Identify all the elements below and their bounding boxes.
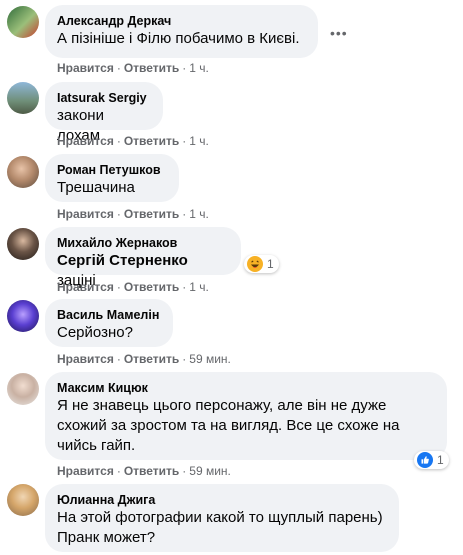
avatar[interactable]: [7, 373, 39, 405]
comment-text-line: Я не знавець цього персонажу, але він не…: [57, 397, 387, 414]
timestamp[interactable]: 1 ч.: [189, 61, 209, 75]
comment-actions: Нравится · Ответить · 59 мин.: [57, 352, 231, 366]
comment-actions: Нравится · Ответить · 59 мин.: [57, 464, 231, 478]
comment-author[interactable]: Iatsurak Sergiy: [57, 90, 151, 106]
haha-icon: [247, 256, 263, 272]
ellipsis-icon[interactable]: •••: [330, 26, 348, 40]
comment-author[interactable]: Василь Мамелін: [57, 307, 161, 323]
timestamp[interactable]: 1 ч.: [189, 207, 209, 221]
comment-text: Серйозно?: [57, 324, 133, 341]
comment-author[interactable]: Александр Деркач: [57, 13, 306, 29]
reply-link[interactable]: Ответить: [124, 207, 179, 221]
timestamp[interactable]: 1 ч.: [189, 280, 209, 294]
like-link[interactable]: Нравится: [57, 352, 114, 366]
comment-text-line: чийсь гайп.: [57, 437, 136, 454]
reaction-count: 1: [437, 453, 444, 467]
mention-link[interactable]: Сергій Стерненко: [57, 252, 188, 269]
comment-actions: Нравится · Ответить · 1 ч.: [57, 61, 209, 75]
comment-text: Трешачина: [57, 179, 135, 196]
comment-bubble: Юлианна Джига На этой фотографии какой т…: [45, 484, 399, 552]
avatar[interactable]: [7, 484, 39, 516]
reply-link[interactable]: Ответить: [124, 352, 179, 366]
timestamp[interactable]: 59 мин.: [189, 464, 231, 478]
comment-actions: Нравится · Ответить · 1 ч.: [57, 207, 209, 221]
comment-text-line: На этой фотографии какой то щуплый парен…: [57, 509, 383, 526]
comment-bubble: Роман Петушков Трешачина: [45, 154, 179, 202]
comment-author[interactable]: Роман Петушков: [57, 162, 167, 178]
comment-bubble: Александр Деркач А пізініше і Філю побач…: [45, 5, 318, 58]
like-link[interactable]: Нравится: [57, 134, 114, 148]
like-link[interactable]: Нравится: [57, 61, 114, 75]
like-icon: [417, 452, 433, 468]
comment-bubble: Iatsurak Sergiy закони лохам: [45, 82, 163, 144]
reply-link[interactable]: Ответить: [124, 61, 179, 75]
reply-link[interactable]: Ответить: [124, 134, 179, 148]
avatar[interactable]: [7, 6, 39, 38]
reaction-count: 1: [267, 257, 274, 271]
comment-author[interactable]: Максим Кицюк: [57, 380, 435, 396]
like-link[interactable]: Нравится: [57, 207, 114, 221]
reaction-summary[interactable]: 1: [414, 451, 449, 469]
like-link[interactable]: Нравится: [57, 464, 114, 478]
reply-link[interactable]: Ответить: [124, 464, 179, 478]
timestamp[interactable]: 1 ч.: [189, 134, 209, 148]
comment-actions: Нравится · Ответить · 1 ч.: [57, 134, 209, 148]
timestamp[interactable]: 59 мин.: [189, 352, 231, 366]
avatar[interactable]: [7, 300, 39, 332]
comment-bubble: Максим Кицюк Я не знавець цього персонаж…: [45, 372, 447, 460]
comment-author[interactable]: Юлианна Джига: [57, 492, 387, 508]
reply-link[interactable]: Ответить: [124, 280, 179, 294]
comment-author[interactable]: Михайло Жернаков: [57, 235, 229, 251]
avatar[interactable]: [7, 228, 39, 260]
reaction-summary[interactable]: 1: [244, 255, 279, 273]
comment-bubble: Василь Мамелін Серйозно?: [45, 299, 173, 347]
comment-text-line: Пранк может?: [57, 529, 156, 546]
avatar[interactable]: [7, 156, 39, 188]
comment-text: А пізініше і Філю побачимо в Києві.: [57, 30, 300, 47]
comment-bubble: Михайло Жернаков Сергій Стерненко зацінi: [45, 227, 241, 289]
avatar[interactable]: [7, 82, 39, 114]
like-link[interactable]: Нравится: [57, 280, 114, 294]
comment-text-line: схожий за зростом та на вигляд. Все це с…: [57, 417, 400, 434]
comment-actions: Нравится · Ответить · 1 ч.: [57, 280, 209, 294]
